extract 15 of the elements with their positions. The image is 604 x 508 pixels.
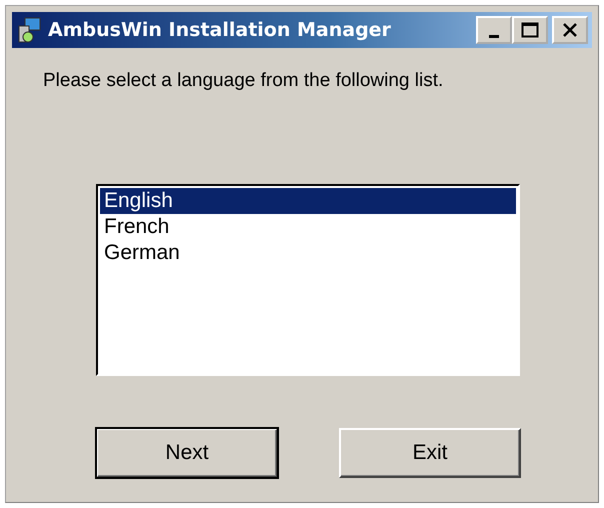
maximize-icon [521, 22, 539, 38]
minimize-button[interactable] [476, 16, 512, 44]
close-icon [562, 23, 578, 37]
minimize-icon [489, 34, 499, 38]
maximize-button[interactable] [512, 16, 548, 44]
window-title: AmbusWin Installation Manager [48, 19, 392, 41]
list-item[interactable]: English [100, 188, 516, 214]
language-list[interactable]: English French German [96, 184, 520, 376]
dialog-button[interactable]: Next [96, 428, 278, 478]
dialog-button[interactable]: Exit [339, 428, 521, 478]
close-button[interactable] [552, 16, 588, 44]
list-item[interactable]: German [100, 240, 516, 266]
installer-icon [16, 16, 42, 44]
list-item[interactable]: French [100, 214, 516, 240]
instruction-text: Please select a language from the following list. [43, 70, 444, 92]
